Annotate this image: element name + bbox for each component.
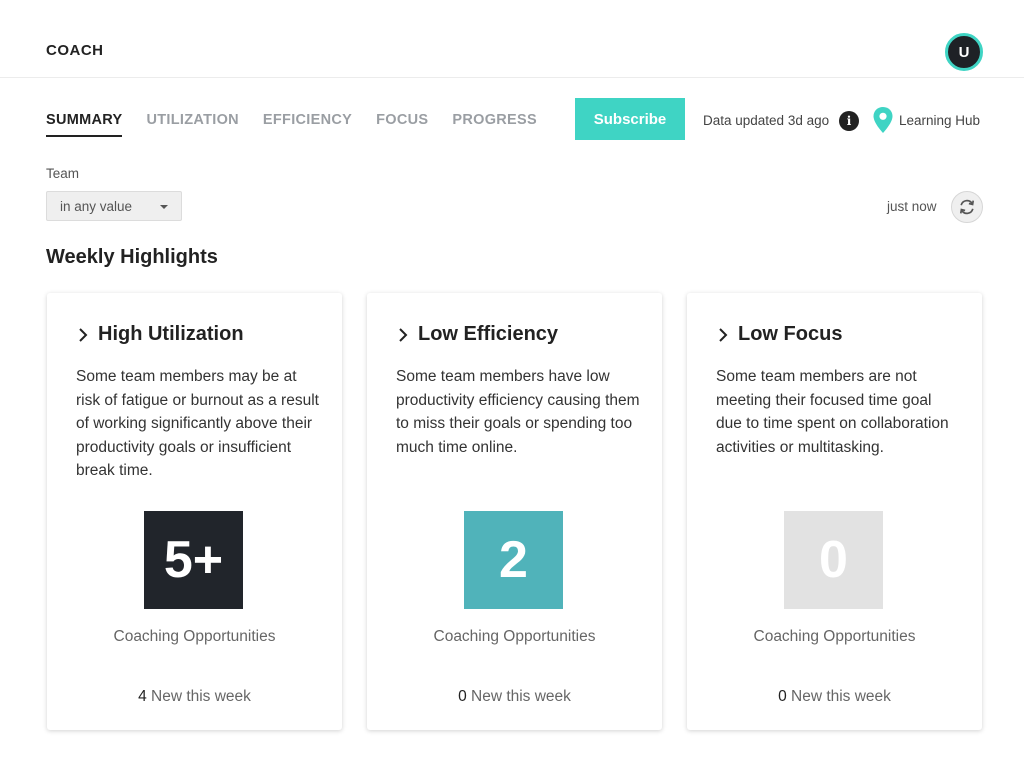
team-select[interactable]: in any value <box>46 191 182 221</box>
tab-focus[interactable]: FOCUS <box>376 112 428 137</box>
section-title: Weekly Highlights <box>46 246 218 268</box>
card-description: Some team members are not meeting their … <box>716 368 949 456</box>
refresh-button[interactable] <box>951 191 983 223</box>
refresh-icon <box>959 199 975 215</box>
highlight-card-low-focus[interactable]: Low Focus Some team members are not meet… <box>687 293 982 730</box>
opportunity-count: 0 <box>784 511 883 609</box>
new-label: New this week <box>471 688 571 705</box>
learning-hub-link[interactable]: Learning Hub <box>899 113 980 128</box>
info-icon[interactable]: i <box>839 111 859 131</box>
card-title: Low Efficiency <box>418 323 559 345</box>
card-description: Some team members have low productivity … <box>396 368 640 456</box>
card-header: Low Efficiency <box>396 323 558 346</box>
tab-utilization[interactable]: UTILIZATION <box>146 112 238 137</box>
new-label: New this week <box>151 688 251 705</box>
highlight-card-low-efficiency[interactable]: Low Efficiency Some team members have lo… <box>367 293 662 730</box>
new-count: 0 <box>778 688 787 705</box>
card-header: High Utilization <box>76 323 244 346</box>
card-title: High Utilization <box>98 323 244 345</box>
map-pin-icon[interactable] <box>873 107 893 133</box>
card-header: Low Focus <box>716 323 842 346</box>
card-title: Low Focus <box>738 323 843 345</box>
chevron-right-icon <box>719 327 728 342</box>
team-select-value: in any value <box>60 198 133 214</box>
app-title: COACH <box>46 42 104 59</box>
opportunity-count: 5+ <box>144 511 243 609</box>
nav-tabs: SUMMARY UTILIZATION EFFICIENCY FOCUS PRO… <box>46 112 561 137</box>
team-filter-label: Team <box>46 166 80 181</box>
coaching-opportunities-label: Coaching Opportunities <box>753 628 916 645</box>
last-refreshed-text: just now <box>887 199 937 214</box>
new-this-week: 4 New this week <box>47 688 342 706</box>
card-description: Some team members may be at risk of fati… <box>76 368 319 479</box>
coaching-opportunities-label: Coaching Opportunities <box>433 628 596 645</box>
tab-efficiency[interactable]: EFFICIENCY <box>263 112 352 137</box>
caret-down-icon <box>160 205 168 209</box>
new-label: New this week <box>791 688 891 705</box>
chevron-right-icon <box>399 327 408 342</box>
user-avatar[interactable]: U <box>945 33 983 71</box>
tab-summary[interactable]: SUMMARY <box>46 112 123 137</box>
new-this-week: 0 New this week <box>367 688 662 706</box>
opportunity-count: 2 <box>464 511 563 609</box>
data-updated-text: Data updated 3d ago <box>703 113 830 128</box>
highlight-card-high-utilization[interactable]: High Utilization Some team members may b… <box>47 293 342 730</box>
subscribe-button[interactable]: Subscribe <box>575 98 685 140</box>
chevron-right-icon <box>79 327 88 342</box>
new-count: 4 <box>138 688 147 705</box>
tab-progress[interactable]: PROGRESS <box>452 112 537 137</box>
coaching-opportunities-label: Coaching Opportunities <box>113 628 276 645</box>
top-bar: COACH U <box>0 0 1024 78</box>
new-this-week: 0 New this week <box>687 688 982 706</box>
new-count: 0 <box>458 688 467 705</box>
